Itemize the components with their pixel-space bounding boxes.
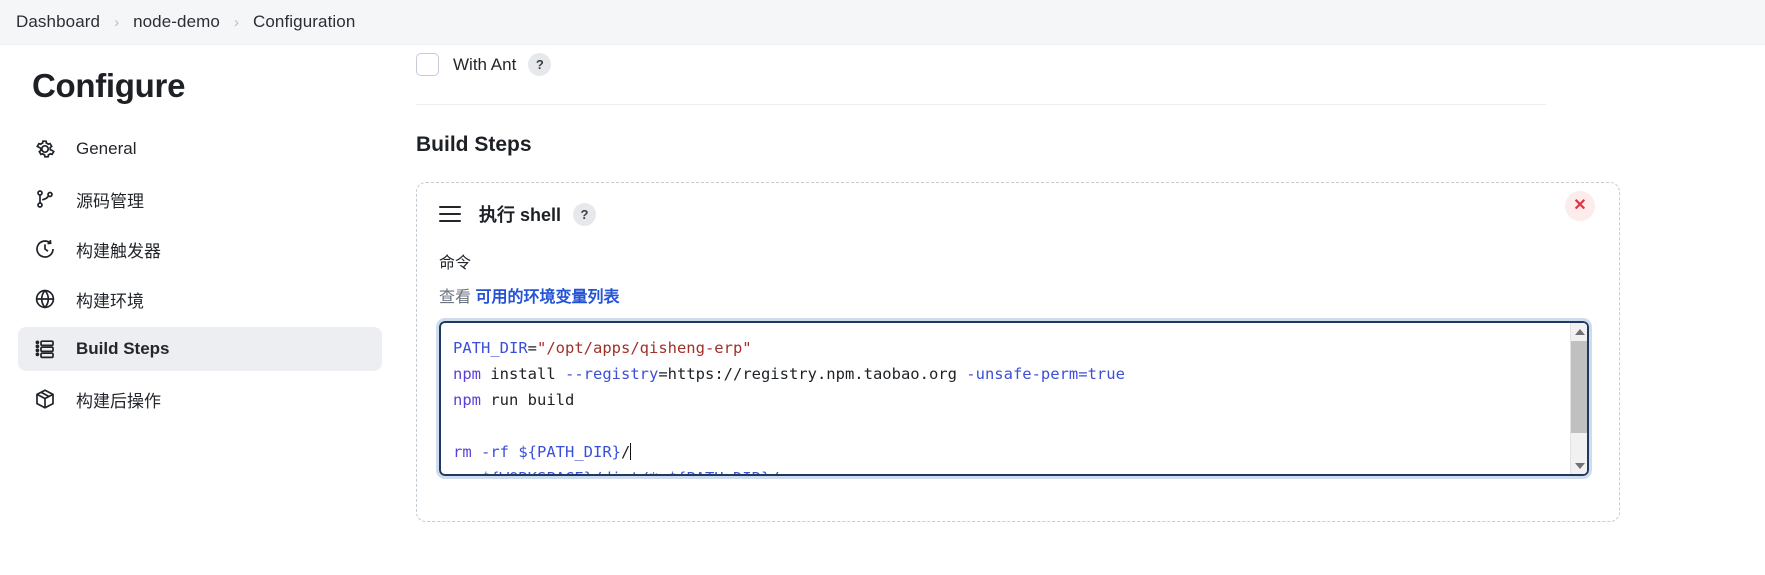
build-steps-heading: Build Steps (416, 133, 532, 156)
env-prefix-text: 查看 (439, 289, 472, 306)
help-icon[interactable]: ? (528, 53, 552, 76)
page-title: Configure (32, 67, 186, 104)
code-token: =https://registry.npm.taobao.org (658, 365, 967, 383)
shell-command-textarea[interactable]: PATH_DIR="/opt/apps/qisheng-erp" npm inst… (436, 318, 1592, 479)
clock-icon (32, 236, 58, 262)
sidebar-item-post-build-actions[interactable]: 构建后操作 (18, 377, 382, 421)
chevron-right-icon: › (233, 13, 239, 31)
code-token: run build (481, 391, 575, 409)
sidebar-item-label: 源码管理 (76, 191, 144, 211)
breadcrumb-item-dashboard[interactable]: Dashboard (16, 12, 100, 32)
code-token: -rf (471, 443, 519, 461)
sidebar-item-source-management[interactable]: 源码管理 (18, 177, 382, 221)
code-token: = (527, 339, 537, 357)
code-line: rm -rf ${PATH_DIR}/ (453, 439, 1561, 465)
section-divider (416, 104, 1546, 105)
sidebar-item-build-environment[interactable]: 构建环境 (18, 277, 382, 321)
code-line: ${WORKSPACE}/dist/* ${PATH_DIR}/ (453, 465, 1561, 474)
sidebar-item-label: Build Steps (76, 339, 170, 358)
code-token: ${WORKSPACE}/dist/* ${PATH_DIR}/ (453, 469, 780, 474)
text-cursor (630, 443, 632, 460)
textarea-scrollbar[interactable] (1570, 323, 1587, 474)
git-branch-icon (32, 186, 58, 212)
scrollbar-thumb[interactable] (1571, 341, 1587, 433)
sidebar-item-label: 构建触发器 (76, 241, 161, 261)
code-token: npm (453, 365, 481, 383)
scroll-down-arrow-icon[interactable] (1571, 457, 1587, 474)
code-line: PATH_DIR="/opt/apps/qisheng-erp" (453, 335, 1561, 361)
sidebar-item-build-triggers[interactable]: 构建触发器 (18, 227, 382, 271)
code-token: PATH_DIR (453, 339, 528, 357)
sidebar: Configure General 源码管理 构建触发器 构建环境 Build … (0, 45, 400, 575)
env-vars-link[interactable]: 可用的环境变量列表 (475, 289, 619, 306)
package-icon (32, 386, 58, 412)
step-header: 执行 shell ? (439, 201, 1597, 227)
chevron-right-icon: › (114, 13, 120, 31)
command-label: 命令 (439, 255, 472, 272)
code-line: npm install --registry=https://registry.… (453, 361, 1561, 387)
with-ant-row: With Ant ? (408, 45, 1765, 76)
code-token: ${PATH_DIR} (518, 443, 621, 461)
breadcrumb-item-configuration[interactable]: Configuration (253, 12, 355, 32)
main-content: With Ant ? Build Steps ✕ 执行 shell ? 命令 查… (400, 45, 1765, 575)
sidebar-item-label: 构建环境 (76, 291, 144, 311)
code-token: --registry (565, 365, 659, 383)
with-ant-label: With Ant (453, 54, 517, 74)
code-token: / (621, 443, 631, 461)
code-token: rm (453, 443, 472, 461)
code-token: -unsafe-perm=true (966, 365, 1125, 383)
env-vars-line: 查看 可用的环境变量列表 (439, 283, 1597, 307)
step-title: 执行 shell (479, 205, 562, 225)
drag-handle-icon[interactable] (439, 206, 461, 222)
code-token: "/opt/apps/qisheng-erp" (537, 339, 752, 357)
with-ant-checkbox[interactable] (416, 53, 439, 76)
shell-command-text: PATH_DIR="/opt/apps/qisheng-erp" npm inst… (441, 323, 1561, 474)
sidebar-item-label: General (76, 139, 137, 158)
sidebar-item-build-steps[interactable]: Build Steps (18, 327, 382, 371)
scroll-up-arrow-icon[interactable] (1571, 323, 1587, 340)
sidebar-item-general[interactable]: General (18, 127, 382, 171)
close-icon[interactable]: ✕ (1565, 191, 1595, 221)
breadcrumb: Dashboard › node-demo › Configuration (0, 0, 1765, 45)
breadcrumb-item-node-demo[interactable]: node-demo (133, 12, 220, 32)
code-line: npm run build (453, 387, 1561, 413)
sidebar-item-label: 构建后操作 (76, 391, 161, 411)
build-step-card: ✕ 执行 shell ? 命令 查看 可用的环境变量列表 PATH_DIR="/… (416, 182, 1620, 522)
help-icon[interactable]: ? (573, 202, 597, 226)
code-token: npm (453, 391, 481, 409)
list-steps-icon (32, 336, 58, 362)
globe-icon (32, 286, 58, 312)
gear-icon (32, 136, 58, 162)
code-token: install (481, 365, 565, 383)
